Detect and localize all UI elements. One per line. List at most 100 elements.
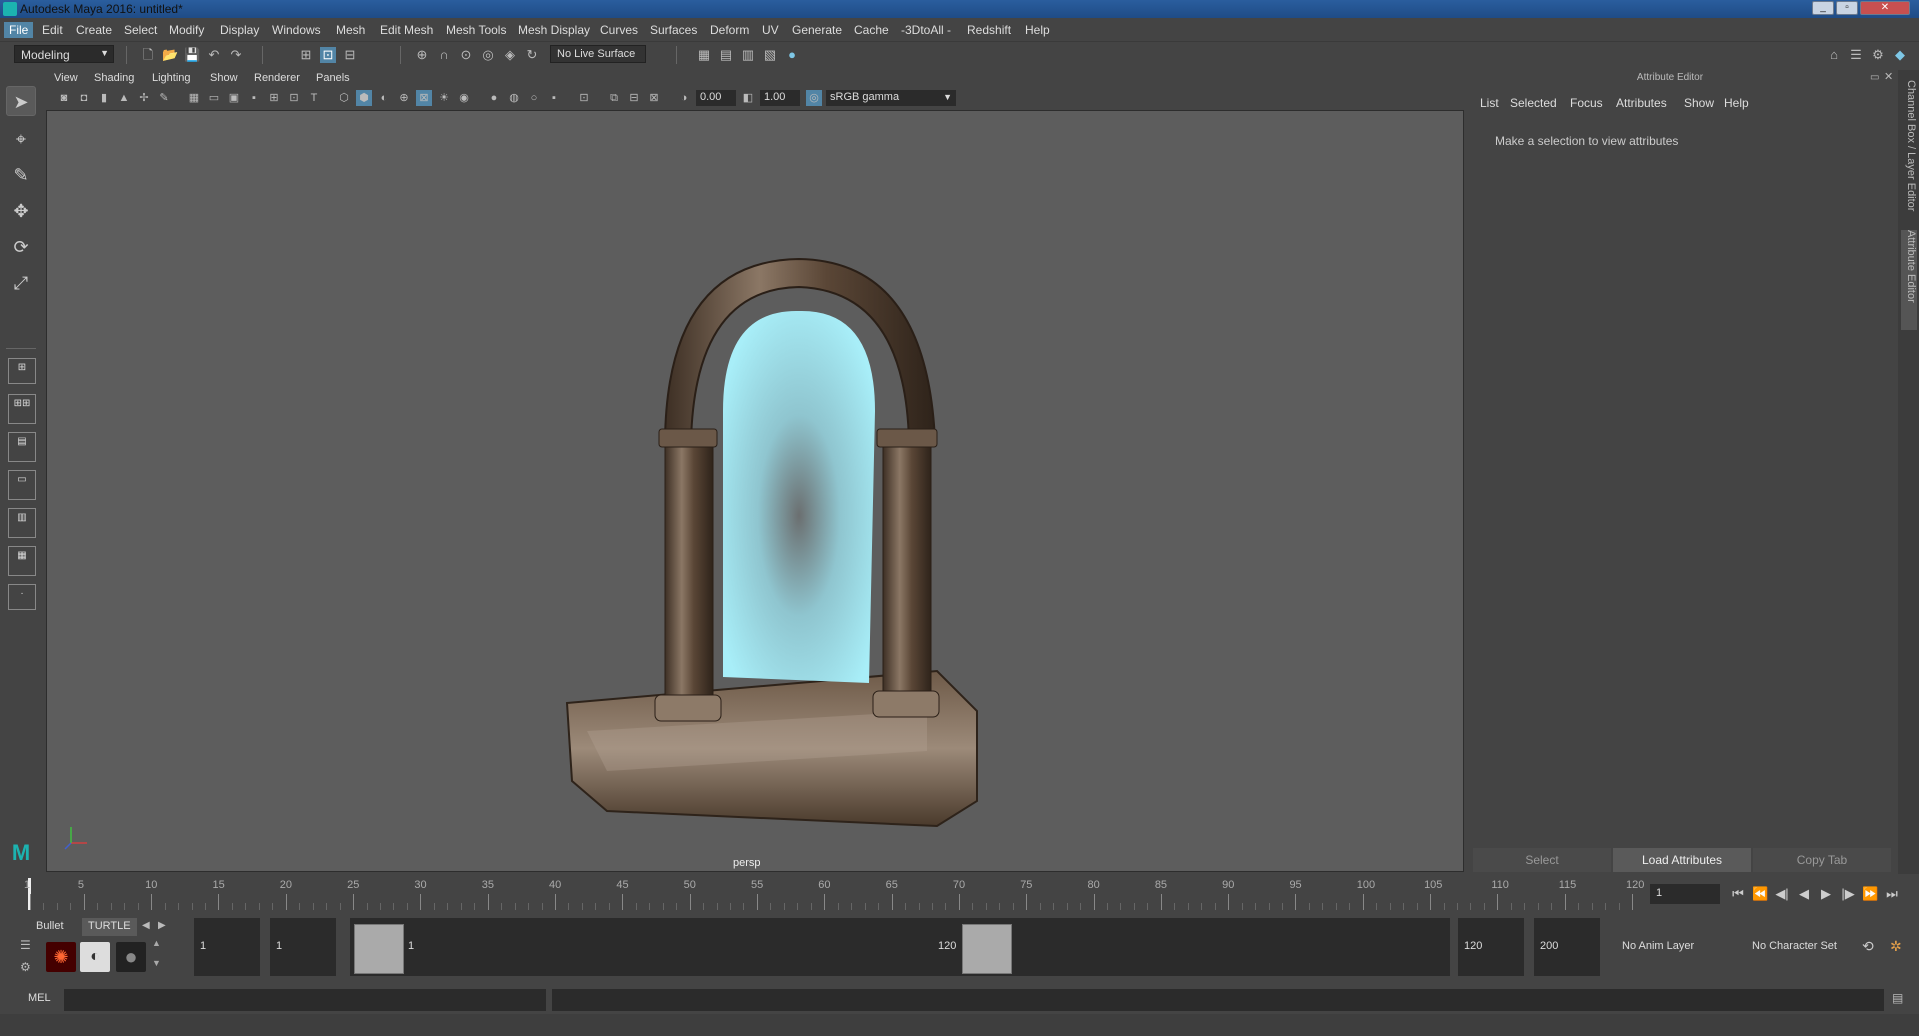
field-chart-icon[interactable]: ⊞ — [266, 90, 282, 106]
turtle-sphere-icon[interactable]: ● — [116, 942, 146, 972]
smooth-shade-icon[interactable]: ⬢ — [356, 90, 372, 106]
xray-joints-icon[interactable]: ⊟ — [626, 90, 642, 106]
menu-edit[interactable]: Edit — [42, 23, 63, 37]
scale-tool-icon[interactable]: ⤢ — [6, 268, 36, 298]
shelf-scroll-left-icon[interactable]: ◀ — [142, 920, 150, 931]
menu-surfaces[interactable]: Surfaces — [650, 23, 697, 37]
close-icon[interactable]: ✕ — [1884, 70, 1893, 83]
persp-graph-layout-icon[interactable]: ▭ — [8, 470, 36, 500]
ipr-render-icon[interactable]: ▥ — [740, 47, 756, 63]
step-back-frame-icon[interactable]: ◀| — [1774, 886, 1790, 902]
anti-aliasing-icon[interactable]: ○ — [526, 90, 542, 106]
persp-uv-layout-icon[interactable]: ▦ — [8, 546, 36, 576]
shadows-icon[interactable]: ◉ — [456, 90, 472, 106]
time-slider[interactable]: 1 5 10 15 20 25 30 35 40 45 50 55 60 65 70 75 80 85 90 95 10… — [0, 876, 1919, 912]
command-input[interactable] — [64, 989, 546, 1011]
lasso-tool-icon[interactable]: ⌖ — [6, 124, 36, 154]
play-backward-icon[interactable]: ◀ — [1796, 886, 1812, 902]
live-surface-field[interactable]: No Live Surface — [550, 45, 646, 63]
menu-redshift[interactable]: Redshift — [967, 23, 1011, 37]
camera-icon[interactable]: ◙ — [56, 90, 72, 106]
camera-attributes-icon[interactable]: ◘ — [76, 90, 92, 106]
load-attributes-button[interactable]: Load Attributes — [1613, 848, 1751, 872]
tool-settings-icon[interactable]: ⚙ — [1870, 47, 1886, 63]
render-view-icon[interactable]: ● — [784, 47, 800, 63]
snap-together-icon[interactable]: ↻ — [524, 47, 540, 63]
script-editor-icon[interactable]: ▤ — [1892, 991, 1903, 1005]
snap-view-plane-icon[interactable]: ◎ — [480, 47, 496, 63]
viewport-menu-show[interactable]: Show — [210, 72, 238, 84]
menu-curves[interactable]: Curves — [600, 23, 638, 37]
save-scene-icon[interactable]: 💾 — [184, 47, 200, 63]
single-perspective-layout-icon[interactable]: ⊞ — [8, 358, 36, 384]
animation-start-field[interactable]: 1 — [194, 918, 260, 976]
2d-pan-zoom-icon[interactable]: ✢ — [136, 90, 152, 106]
shelf-scroll-icon[interactable]: ▲ ▼ — [152, 938, 162, 974]
turtle-render-icon[interactable]: ✺ — [46, 942, 76, 972]
menu-deform[interactable]: Deform — [710, 23, 749, 37]
animation-preferences-icon[interactable]: ✲ — [1890, 938, 1902, 955]
menu-display[interactable]: Display — [220, 23, 259, 37]
playback-start-field[interactable]: 1 — [270, 918, 336, 976]
textured-icon[interactable]: ⊠ — [416, 90, 432, 106]
exposure-icon[interactable]: ◑ — [676, 90, 692, 106]
play-forward-icon[interactable]: ▶ — [1818, 886, 1834, 902]
flat-shade-icon[interactable]: ◐ — [376, 90, 392, 106]
snap-grid-icon[interactable]: ⊕ — [414, 47, 430, 63]
select-tool-icon[interactable]: ➤ — [6, 86, 36, 116]
shelf-tab-turtle[interactable]: TURTLE — [82, 918, 137, 936]
safe-title-icon[interactable]: T — [306, 90, 322, 106]
menu-file[interactable]: File — [4, 22, 34, 38]
shelf-scroll-right-icon[interactable]: ▶ — [158, 920, 166, 931]
redo-icon[interactable]: ↷ — [228, 47, 244, 63]
copy-tab-button[interactable]: Copy Tab — [1753, 848, 1891, 872]
float-icon[interactable]: ▭ — [1870, 72, 1879, 83]
select-component-icon[interactable]: ⊟ — [342, 47, 358, 63]
snap-point-icon[interactable]: ⊙ — [458, 47, 474, 63]
safe-action-icon[interactable]: ⊡ — [286, 90, 302, 106]
viewport-menu-view[interactable]: View — [54, 72, 78, 84]
ae-menu-focus[interactable]: Focus — [1570, 96, 1603, 110]
viewport-menu-shading[interactable]: Shading — [94, 72, 134, 84]
menu-windows[interactable]: Windows — [272, 23, 321, 37]
screen-space-ao-icon[interactable]: ● — [486, 90, 502, 106]
go-to-start-icon[interactable]: ⏮ — [1730, 886, 1746, 902]
custom-layout-icon[interactable]: · — [8, 584, 36, 610]
range-slider-bar[interactable]: 1 120 — [350, 918, 1450, 976]
gamma-icon[interactable]: ◧ — [740, 90, 756, 106]
ae-menu-attributes[interactable]: Attributes — [1616, 96, 1667, 110]
range-start-handle[interactable] — [354, 924, 404, 974]
four-view-layout-icon[interactable]: ⊞⊞ — [8, 394, 36, 424]
persp-outliner-layout-icon[interactable]: ▤ — [8, 432, 36, 462]
ae-select-button[interactable]: Select — [1473, 848, 1611, 872]
isolate-select-icon[interactable]: ⊡ — [576, 90, 592, 106]
new-scene-icon[interactable]: 🗋 — [140, 47, 156, 63]
auto-key-icon[interactable]: ⟲ — [1862, 938, 1874, 955]
ae-menu-show[interactable]: Show — [1684, 96, 1714, 110]
channel-box-toggle-icon[interactable]: ◆ — [1892, 47, 1908, 63]
go-to-end-icon[interactable]: ⏭ — [1884, 886, 1900, 902]
maximize-button[interactable]: ▫ — [1836, 1, 1858, 15]
menu-3dtoall[interactable]: -3DtoAll - — [901, 23, 951, 37]
hypershade-layout-icon[interactable]: ▥ — [8, 508, 36, 538]
gamma-field[interactable]: 1.00 — [760, 90, 800, 106]
mode-dropdown[interactable]: Modeling ▼ — [14, 45, 114, 63]
anim-layer-dropdown[interactable]: No Anim Layer — [1616, 918, 1726, 976]
attribute-editor-toggle-icon[interactable]: ☰ — [1848, 47, 1864, 63]
perspective-viewport[interactable]: persp — [46, 110, 1464, 872]
xray-icon[interactable]: ⧉ — [606, 90, 622, 106]
menu-uv[interactable]: UV — [762, 23, 779, 37]
color-management-icon[interactable]: ◎ — [806, 90, 822, 106]
menu-modify[interactable]: Modify — [169, 23, 204, 37]
command-language-label[interactable]: MEL — [28, 992, 51, 1004]
viewport-menu-renderer[interactable]: Renderer — [254, 72, 300, 84]
use-all-lights-icon[interactable]: ☀ — [436, 90, 452, 106]
paint-select-tool-icon[interactable]: ✎ — [6, 160, 36, 190]
exposure-field[interactable]: 0.00 — [696, 90, 736, 106]
rotate-tool-icon[interactable]: ⟳ — [6, 232, 36, 262]
xray-components-icon[interactable]: ⊠ — [646, 90, 662, 106]
undo-icon[interactable]: ↶ — [206, 47, 222, 63]
step-forward-key-icon[interactable]: ⏩ — [1862, 886, 1878, 902]
ae-menu-help[interactable]: Help — [1724, 96, 1749, 110]
range-end-handle[interactable] — [962, 924, 1012, 974]
